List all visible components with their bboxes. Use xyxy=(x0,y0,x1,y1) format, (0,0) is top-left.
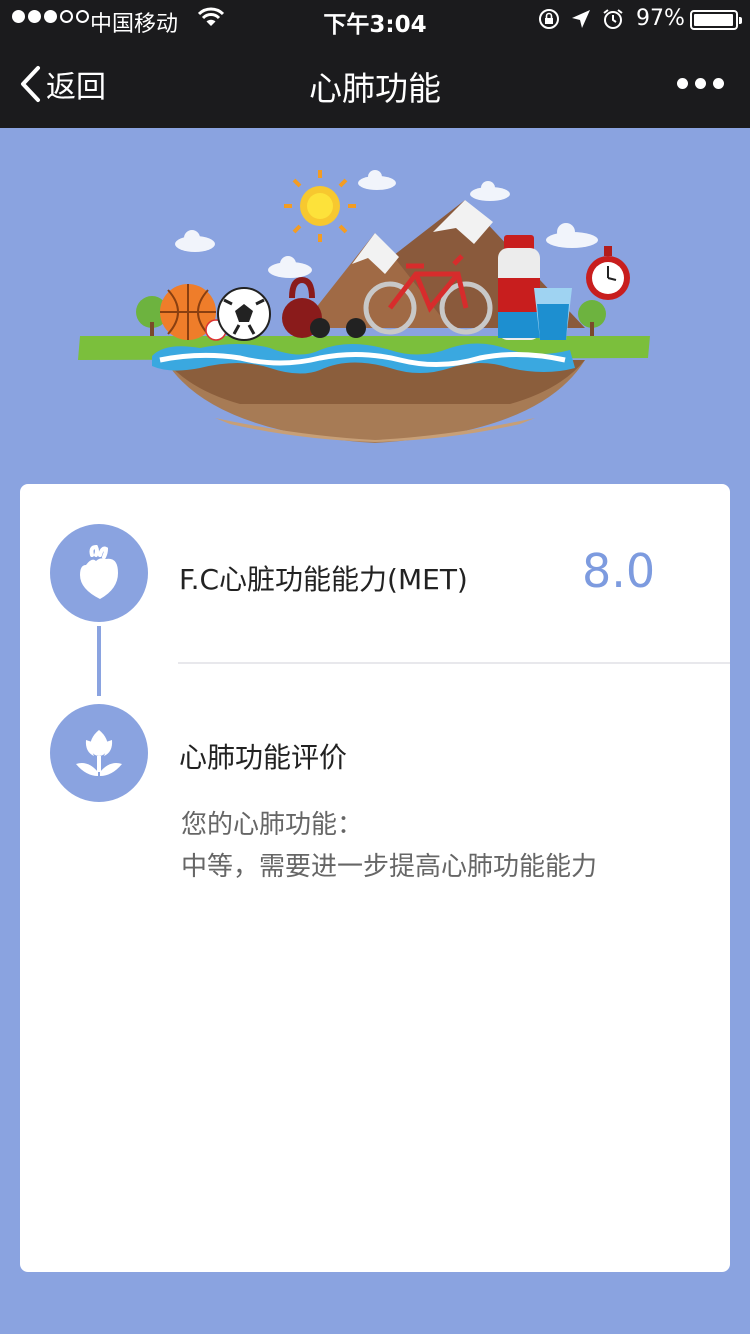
rotation-lock-icon xyxy=(539,9,559,29)
heart-icon xyxy=(80,545,118,599)
evaluation-title: 心肺功能评价 xyxy=(179,741,348,774)
fc-label: F.C心脏功能能力(MET) xyxy=(179,563,468,596)
more-options-button[interactable] xyxy=(677,78,724,89)
status-bar: 中国移动 下午3:04 97% xyxy=(0,0,750,40)
top-bar: 中国移动 下午3:04 97% 返回 心肺功能 xyxy=(0,0,750,128)
evaluation-text: 您的心肺功能： xyxy=(181,810,364,840)
divider xyxy=(178,662,730,664)
heart-badge xyxy=(50,524,148,622)
result-card: F.C心脏功能能力(MET) 8.0 心肺功能评价 您的心肺功能： 中等，需要进… xyxy=(20,484,730,1272)
timeline-connector xyxy=(97,626,101,696)
battery-icon xyxy=(690,10,742,30)
fc-value: 8.0 xyxy=(582,544,656,598)
battery-percentage: 97% xyxy=(636,6,685,31)
flower-icon xyxy=(76,730,122,776)
navigation-bar: 返回 心肺功能 xyxy=(0,40,750,128)
evaluation-result: 中等，需要进一步提高心肺功能能力 xyxy=(181,852,598,882)
alarm-icon xyxy=(603,9,623,29)
sports-illustration xyxy=(78,170,650,443)
location-arrow-icon xyxy=(572,10,590,28)
flower-badge xyxy=(50,704,148,802)
page-title: 心肺功能 xyxy=(309,69,441,108)
